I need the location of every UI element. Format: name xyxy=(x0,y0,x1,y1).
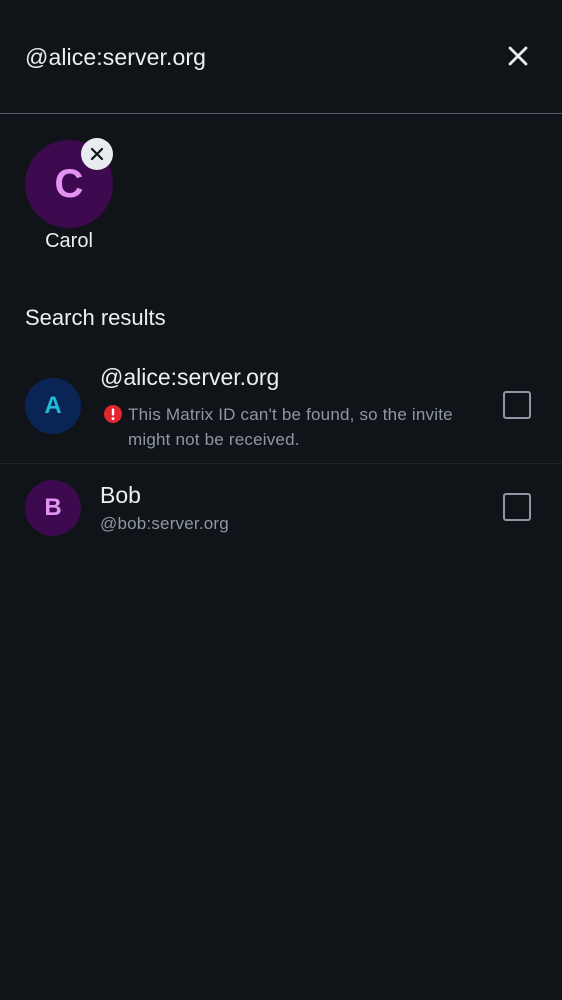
avatar: A xyxy=(25,378,81,434)
search-bar xyxy=(0,0,562,113)
close-icon xyxy=(90,147,104,161)
clear-search-button[interactable] xyxy=(496,34,540,78)
selected-user-chip: C Carol xyxy=(18,138,120,258)
remove-selected-user-button[interactable] xyxy=(81,138,113,170)
error-icon xyxy=(104,405,122,423)
selected-user-name: Carol xyxy=(45,230,93,252)
select-checkbox[interactable] xyxy=(503,391,531,419)
result-subtitle: @bob:server.org xyxy=(100,514,229,533)
result-title: @alice:server.org xyxy=(100,364,280,390)
avatar: B xyxy=(25,480,81,536)
search-result-row[interactable]: A @alice:server.org This Matrix ID can't… xyxy=(0,350,562,463)
result-title: Bob xyxy=(100,482,141,508)
warning-text: This Matrix ID can't be found, so the in… xyxy=(128,405,453,449)
invite-people-screen: C Carol Search results A @alice:server.o… xyxy=(0,0,562,1000)
select-checkbox[interactable] xyxy=(503,493,531,521)
search-divider xyxy=(0,113,562,114)
close-icon xyxy=(508,46,528,66)
search-result-row[interactable]: B Bob @bob:server.org xyxy=(0,464,562,552)
search-input[interactable] xyxy=(25,40,465,74)
search-results-header: Search results xyxy=(25,305,166,330)
